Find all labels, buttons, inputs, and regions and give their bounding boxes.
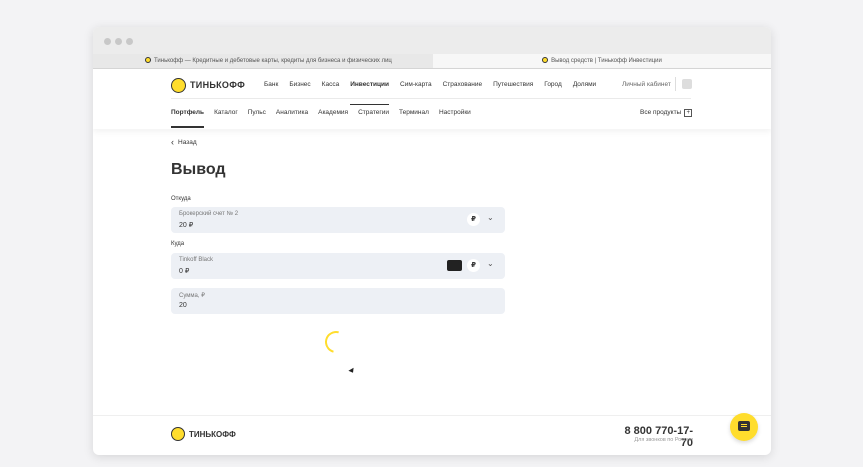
subnav-item-analytics[interactable]: Аналитика (276, 105, 308, 121)
grid-plus-icon: + (684, 109, 693, 117)
window-close-dot[interactable] (104, 38, 111, 45)
footer-phone-caption: Для звонков по России (634, 437, 693, 443)
subnav-item-academy[interactable]: Академия (318, 105, 348, 121)
from-account-name: Брокерский счет № 2 (179, 211, 239, 217)
chat-button[interactable] (730, 413, 758, 441)
footer-logo-text: ТИНЬКОФФ (189, 429, 236, 439)
tinkoff-emblem-icon (171, 427, 185, 441)
amount-field[interactable]: Сумма, ₽ 20 (171, 288, 505, 314)
page-title: Вывод (171, 161, 226, 178)
mouse-cursor-icon (348, 367, 356, 375)
amount-field-value: 20 (179, 302, 187, 309)
login-link[interactable]: Личный кабинет (622, 77, 671, 93)
from-account-balance: 20 ₽ (179, 222, 194, 229)
tinkoff-logo[interactable]: ТИНЬКОФФ (171, 77, 245, 93)
ruble-currency-icon: ₽ (467, 259, 480, 272)
subnav-item-strategies[interactable]: Стратегии (358, 105, 389, 121)
browser-tab-strip: Тинькофф — Кредитные и дебетовые карты, … (93, 54, 771, 69)
all-products-button[interactable]: Все продукты + (640, 105, 693, 121)
browser-tab-active[interactable]: Вывод средств | Тинькофф Инвестиции (433, 54, 771, 68)
nav-item-sim[interactable]: Сим-карта (400, 77, 432, 93)
top-nav: Банк Бизнес Касса Инвестиции Сим-карта С… (264, 77, 607, 105)
subnav-item-catalog[interactable]: Каталог (214, 105, 238, 121)
subnav-item-pulse[interactable]: Пульс (248, 105, 266, 121)
site-header: ТИНЬКОФФ Банк Бизнес Касса Инвестиции Си… (93, 69, 771, 129)
browser-tab-title: Тинькофф — Кредитные и дебетовые карты, … (154, 58, 392, 64)
loading-spinner-icon (320, 326, 352, 358)
back-link[interactable]: ‹ Назад (171, 137, 197, 147)
nav-item-travel[interactable]: Путешествия (493, 77, 533, 93)
footer-divider (93, 415, 771, 416)
card-thumbnail-icon (447, 260, 462, 271)
chat-bubble-icon (738, 421, 750, 431)
to-account-name: Tinkoff Black (179, 257, 214, 263)
tinkoff-favicon-icon (145, 57, 151, 64)
chevron-left-icon: ‹ (171, 137, 174, 147)
from-label: Откуда (171, 196, 191, 202)
from-account-select[interactable]: Брокерский счет № 2 20 ₽ ₽ ⌄ (171, 207, 505, 233)
logo-text: ТИНЬКОФФ (190, 80, 246, 90)
sub-nav: Портфель Каталог Пульс Аналитика Академи… (171, 105, 481, 128)
window-maximize-dot[interactable] (126, 38, 133, 45)
subnav-item-settings[interactable]: Настройки (439, 105, 471, 121)
window-minimize-dot[interactable] (115, 38, 122, 45)
browser-tab[interactable]: Тинькофф — Кредитные и дебетовые карты, … (145, 54, 425, 68)
tinkoff-emblem-icon (171, 77, 186, 93)
browser-titlebar (93, 27, 771, 54)
back-label: Назад (178, 138, 197, 146)
to-label: Куда (171, 241, 185, 247)
nav-item-insurance[interactable]: Страхование (443, 77, 483, 93)
ruble-currency-icon: ₽ (467, 213, 480, 226)
subnav-item-terminal[interactable]: Терминал (399, 105, 429, 121)
nav-item-city[interactable]: Город (544, 77, 562, 93)
nav-item-bank[interactable]: Банк (264, 77, 278, 93)
amount-field-label: Сумма, ₽ (179, 293, 206, 299)
chevron-down-icon: ⌄ (487, 259, 494, 268)
chevron-down-icon: ⌄ (487, 213, 494, 222)
to-account-select[interactable]: Tinkoff Black 0 ₽ ₽ ⌄ (171, 253, 505, 279)
header-divider-line (171, 98, 691, 99)
to-account-balance: 0 ₽ (179, 268, 190, 275)
footer-logo[interactable]: ТИНЬКОФФ (171, 426, 236, 442)
browser-tab-title: Вывод средств | Тинькофф Инвестиции (551, 58, 662, 64)
nav-item-kassa[interactable]: Касса (322, 77, 340, 93)
browser-window: Тинькофф — Кредитные и дебетовые карты, … (93, 27, 771, 455)
nav-item-business[interactable]: Бизнес (289, 77, 310, 93)
subnav-item-portfolio[interactable]: Портфель (171, 105, 205, 128)
nav-item-investments[interactable]: Инвестиции (350, 77, 389, 105)
avatar[interactable] (682, 79, 692, 89)
nav-item-dolyami[interactable]: Долями (573, 77, 596, 93)
header-divider (675, 77, 676, 91)
tinkoff-favicon-icon (542, 57, 549, 64)
all-products-label: Все продукты (640, 109, 682, 116)
